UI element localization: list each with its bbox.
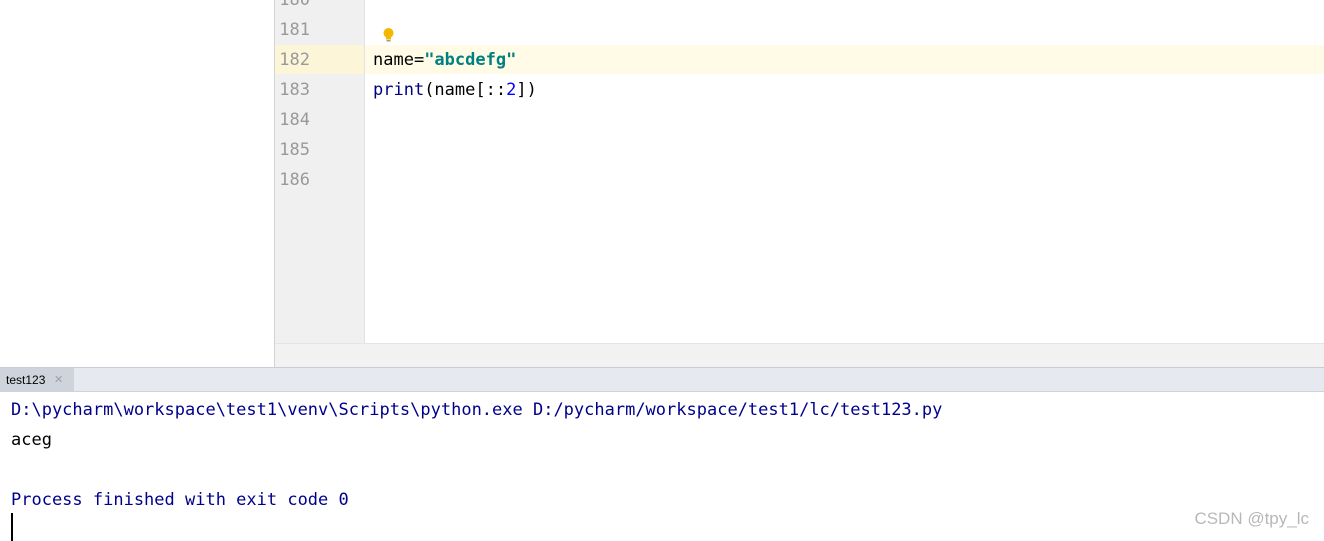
console-command-line: D:\pycharm\workspace\test1\venv\Scripts\… — [11, 400, 943, 420]
code-area[interactable]: name="abcdefg" print(name[::2]) — [365, 0, 1324, 343]
code-token: ]) — [516, 80, 537, 100]
project-panel — [0, 0, 275, 367]
line-number: 184 — [279, 110, 310, 130]
console-output-line: aceg — [11, 430, 52, 450]
line-number: 181 — [279, 20, 310, 40]
run-tab-test123[interactable]: test123 ✕ — [0, 368, 74, 392]
line-number: 180 — [279, 0, 310, 10]
ide-window: 180 181 182 183 184 185 186 name="abcdef… — [0, 0, 1324, 541]
run-tab-label: test123 — [6, 373, 46, 387]
code-editor[interactable]: 180 181 182 183 184 185 186 name="abcdef… — [275, 0, 1324, 367]
builtin-function: print — [373, 80, 425, 100]
watermark: CSDN @tpy_lc — [1194, 509, 1309, 528]
code-line-183[interactable]: print(name[::2]) — [373, 75, 537, 105]
code-token: name= — [373, 50, 425, 70]
console-caret — [11, 513, 13, 541]
string-literal: "abcdefg" — [424, 50, 517, 70]
code-line-182[interactable]: name="abcdefg" — [373, 45, 516, 75]
line-number: 183 — [279, 80, 310, 100]
run-console[interactable]: D:\pycharm\workspace\test1\venv\Scripts\… — [0, 392, 1324, 541]
editor-horizontal-scrollbar[interactable] — [275, 343, 1324, 367]
code-token: (name[:: — [424, 80, 507, 100]
line-number: 185 — [279, 140, 310, 160]
close-icon[interactable]: ✕ — [54, 368, 63, 392]
line-number-gutter: 180 181 182 183 184 185 186 — [275, 0, 365, 343]
lightbulb-icon[interactable] — [382, 27, 395, 43]
console-exit-message: Process finished with exit code 0 — [11, 490, 349, 510]
line-number: 182 — [279, 50, 310, 70]
run-tab-bar: test123 ✕ — [0, 367, 1324, 392]
number-literal: 2 — [506, 80, 517, 100]
line-number: 186 — [279, 170, 310, 190]
